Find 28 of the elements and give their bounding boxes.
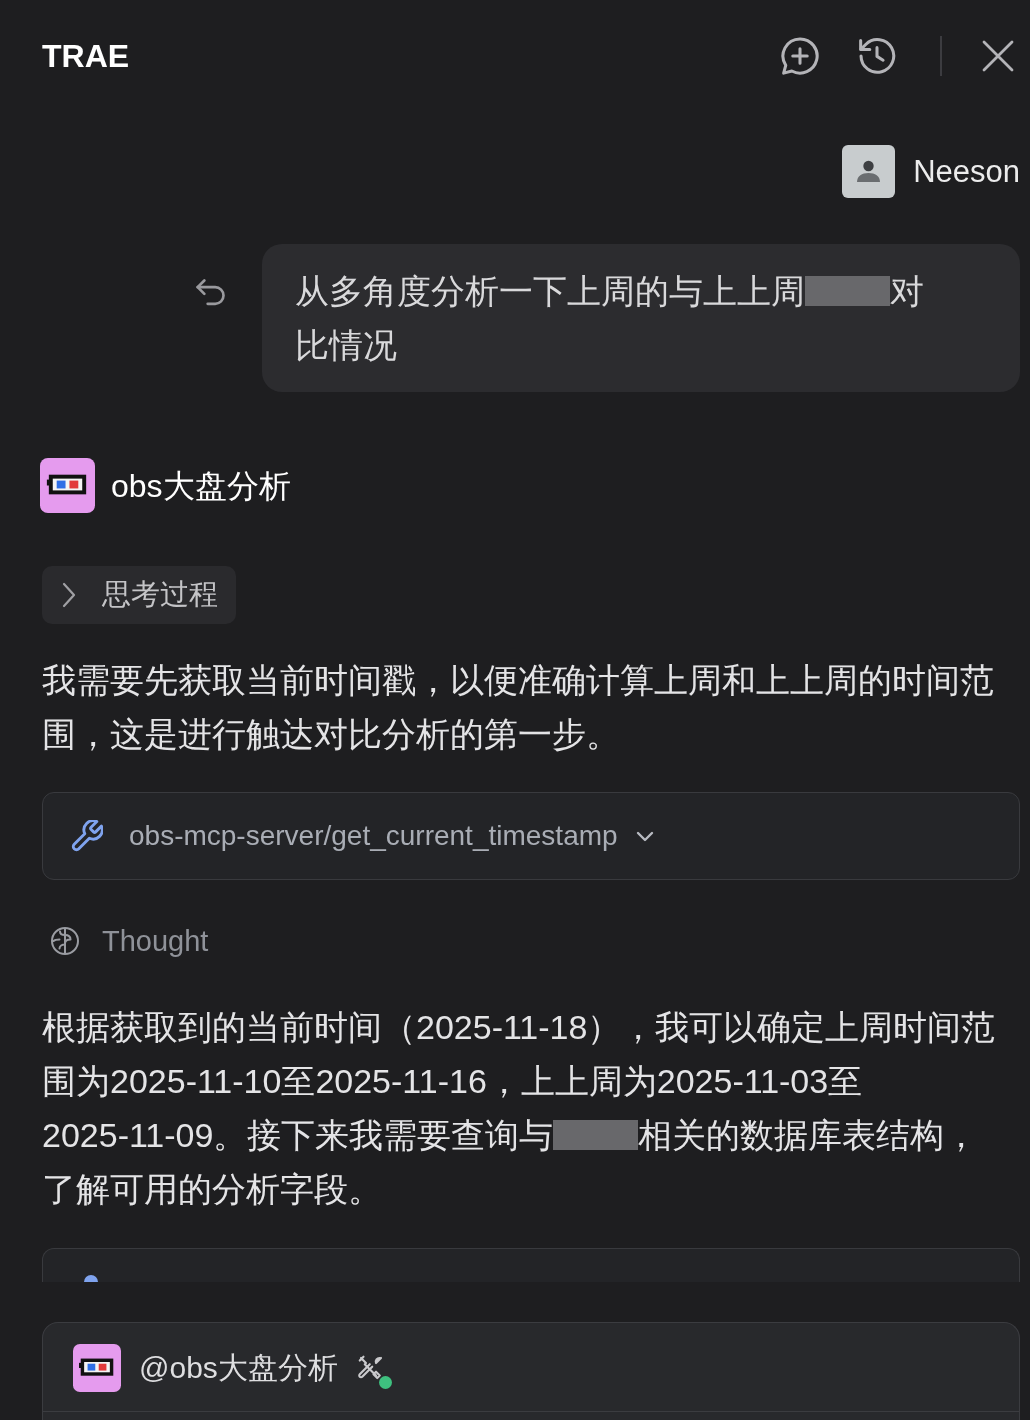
message-text: 对 <box>890 270 924 312</box>
glasses-icon <box>73 1344 121 1392</box>
glasses-icon <box>40 458 95 513</box>
user-name: Neeson <box>913 152 1020 191</box>
app-title: TRAE <box>42 37 130 76</box>
thought-label: Thought <box>102 924 209 959</box>
message-text: 从多角度分析一下上周的与上上周 <box>295 270 805 312</box>
thinking-toggle[interactable]: 思考过程 <box>42 566 236 624</box>
undo-icon <box>196 278 226 308</box>
message-text: 围为2025-11-10至2025-11-16，上上周为2025-11-03至 <box>42 1060 863 1102</box>
agent-mention: @obs大盘分析 <box>139 1350 338 1386</box>
brain-icon <box>50 926 80 956</box>
message-text: 我需要先获取当前时间戳，以便准确计算上周和上上周的时间范围，这是进行触达对比分析的第一步。 <box>42 660 995 755</box>
wrench-icon <box>71 820 103 852</box>
message-text: 了解可用的分析字段。 <box>42 1168 382 1210</box>
history-icon <box>858 37 896 75</box>
close-icon <box>982 40 1014 72</box>
message-text: 相关的数据库表结构， <box>638 1114 979 1156</box>
message-text: 比情况 <box>295 324 397 366</box>
history-button[interactable] <box>857 36 897 76</box>
new-chat-button[interactable] <box>780 36 820 76</box>
avatar-icon <box>842 145 896 198</box>
tool-call-button[interactable]: obs-mcp-server/get_current_timestamp <box>42 792 1020 880</box>
agent-name: obs大盘分析 <box>111 466 291 506</box>
arc-icon <box>84 1274 98 1282</box>
message-text: 根据获取到的当前时间（2025-11-18），我可以确定上周时间范 <box>42 1006 996 1048</box>
message-text: 2025-11-09。接下来我需要查询与 <box>42 1114 554 1156</box>
new-chat-icon <box>781 37 819 75</box>
